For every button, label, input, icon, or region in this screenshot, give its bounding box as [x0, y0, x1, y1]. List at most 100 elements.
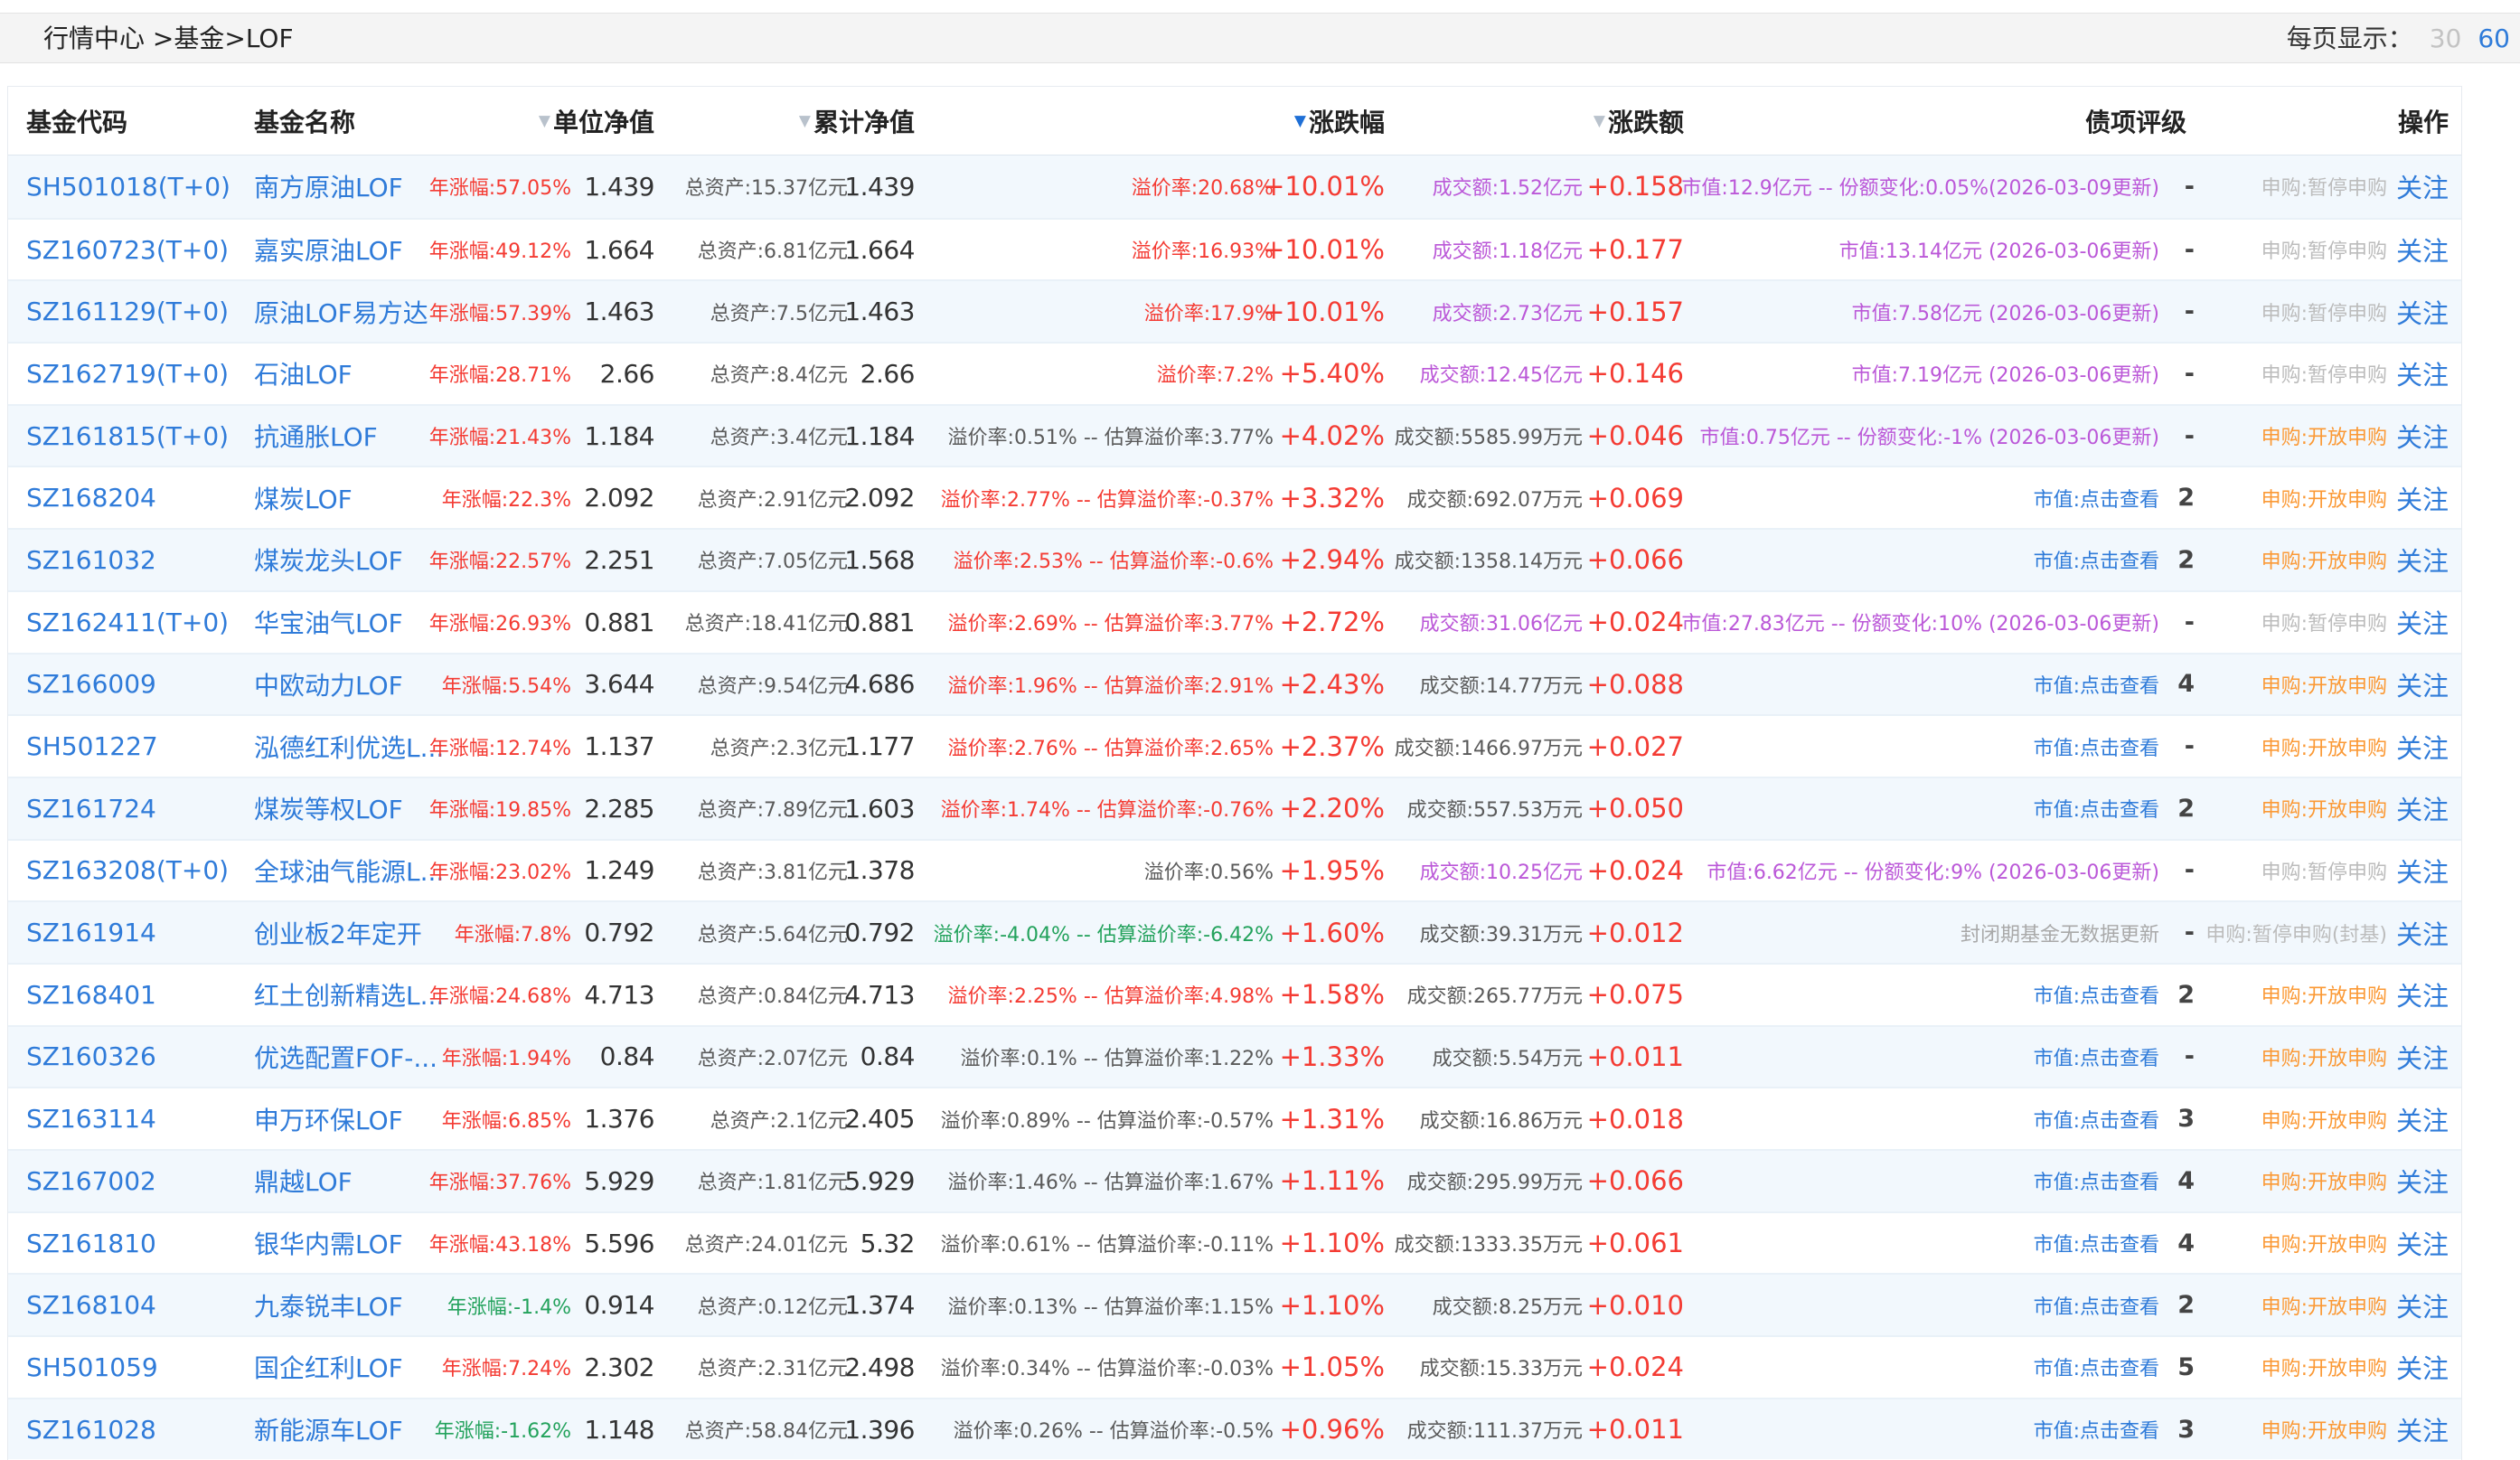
- fund-name-link[interactable]: 原油LOF易方达: [254, 294, 428, 330]
- watch-link[interactable]: 关注: [2396, 1410, 2449, 1448]
- cumulative-nav-value: 0.792: [844, 918, 915, 947]
- fund-name-link[interactable]: 优选配置FOF-...: [254, 1039, 437, 1075]
- fund-name-link[interactable]: 煤炭等权LOF: [254, 790, 403, 826]
- watch-link[interactable]: 关注: [2396, 1348, 2449, 1386]
- fund-code-link[interactable]: SZ161815(T+0): [26, 421, 229, 451]
- watch-link[interactable]: 关注: [2396, 852, 2449, 890]
- fund-code-link[interactable]: SZ161129(T+0): [26, 297, 229, 326]
- column-header-cumulative-nav[interactable]: ▼累计净值: [799, 87, 915, 155]
- watch-link[interactable]: 关注: [2396, 914, 2449, 952]
- market-value-link[interactable]: 市值:点击查看: [2034, 1042, 2159, 1071]
- fund-code-link[interactable]: SZ160723(T+0): [26, 235, 229, 265]
- fund-code-link[interactable]: SZ161914: [26, 918, 156, 947]
- watch-link[interactable]: 关注: [2396, 293, 2449, 331]
- fund-name-link[interactable]: 鼎越LOF: [254, 1163, 353, 1199]
- market-value-link[interactable]: 市值:点击查看: [2034, 1352, 2159, 1381]
- total-asset-label: 总资产:58.84亿元: [685, 1415, 848, 1444]
- watch-link[interactable]: 关注: [2396, 1100, 2449, 1138]
- fund-name-link[interactable]: 中欧动力LOF: [254, 666, 403, 702]
- fund-name-link[interactable]: 银华内需LOF: [254, 1225, 403, 1261]
- premium-rate-label: 溢价率:2.25% -- 估算溢价率:4.98%: [948, 980, 1274, 1009]
- watch-link[interactable]: 关注: [2396, 1162, 2449, 1200]
- fund-code-link[interactable]: SZ168204: [26, 483, 156, 513]
- fund-code-link[interactable]: SH501018(T+0): [26, 172, 230, 202]
- market-value-link[interactable]: 市值:点击查看: [2034, 1229, 2159, 1257]
- fund-code-link[interactable]: SZ161028: [26, 1415, 156, 1445]
- total-asset-label: 总资产:24.01亿元: [685, 1229, 848, 1257]
- market-value-link[interactable]: 市值:点击查看: [2034, 1166, 2159, 1195]
- premium-rate-label: 溢价率:1.96% -- 估算溢价率:2.91%: [948, 670, 1274, 699]
- watch-link[interactable]: 关注: [2396, 789, 2449, 827]
- fund-code-link[interactable]: SH501059: [26, 1352, 158, 1382]
- column-header-change-amount[interactable]: ▼涨跌额: [1594, 87, 1684, 155]
- watch-link[interactable]: 关注: [2396, 603, 2449, 641]
- market-value-link[interactable]: 市值:点击查看: [2034, 732, 2159, 761]
- breadcrumb[interactable]: 行情中心 >基金>LOF: [43, 14, 294, 64]
- watch-link[interactable]: 关注: [2396, 479, 2449, 517]
- fund-name-link[interactable]: 泓德红利优选L...: [254, 729, 444, 765]
- total-asset-label: 总资产:9.54亿元: [698, 670, 848, 699]
- change-amount-value: +0.157: [1587, 297, 1684, 327]
- market-value-link[interactable]: 市值:点击查看: [2034, 484, 2159, 513]
- watch-link[interactable]: 关注: [2396, 541, 2449, 579]
- watch-link[interactable]: 关注: [2396, 1038, 2449, 1076]
- fund-name-link[interactable]: 全球油气能源L...: [254, 852, 444, 889]
- total-asset-label: 总资产:1.81亿元: [698, 1166, 848, 1195]
- fund-code-link[interactable]: SZ161810: [26, 1229, 156, 1258]
- watch-link[interactable]: 关注: [2396, 231, 2449, 268]
- table-body: SH501018(T+0)南方原油LOF年涨幅:57.05%1.439总资产:1…: [8, 155, 2461, 1459]
- column-header-change-percent[interactable]: ▼涨跌幅: [1294, 87, 1385, 155]
- unit-nav-value: 1.249: [584, 855, 654, 885]
- fund-code-link[interactable]: SZ163208(T+0): [26, 855, 229, 885]
- watch-link[interactable]: 关注: [2396, 417, 2449, 455]
- watch-link[interactable]: 关注: [2396, 1286, 2449, 1324]
- premium-rate-label: 溢价率:0.26% -- 估算溢价率:-0.5%: [954, 1415, 1274, 1444]
- fund-name-link[interactable]: 煤炭龙头LOF: [254, 542, 403, 578]
- fund-code-link[interactable]: SZ160326: [26, 1041, 156, 1071]
- fund-name-link[interactable]: 抗通胀LOF: [254, 418, 378, 454]
- table-row: SZ166009中欧动力LOF年涨幅:5.54%3.644总资产:9.54亿元4…: [8, 653, 2461, 715]
- market-value-link[interactable]: 市值:点击查看: [2034, 794, 2159, 823]
- page-size-option-60[interactable]: 60: [2478, 24, 2510, 53]
- watch-link[interactable]: 关注: [2396, 1224, 2449, 1262]
- fund-name-link[interactable]: 石油LOF: [254, 355, 353, 391]
- fund-code-link[interactable]: SH501227: [26, 731, 158, 761]
- fund-code-link[interactable]: SZ168401: [26, 980, 156, 1010]
- page-size-option-30[interactable]: 30: [2430, 24, 2462, 53]
- market-value-link[interactable]: 市值:点击查看: [2034, 1105, 2159, 1134]
- watch-link[interactable]: 关注: [2396, 728, 2449, 766]
- fund-code-link[interactable]: SZ163114: [26, 1104, 156, 1134]
- market-value-link[interactable]: 市值:点击查看: [2034, 980, 2159, 1009]
- turnover-label: 成交额:295.99万元: [1407, 1166, 1583, 1195]
- fund-name-link[interactable]: 新能源车LOF: [254, 1411, 403, 1447]
- fund-code-link[interactable]: SZ161032: [26, 545, 156, 575]
- fund-name-link[interactable]: 华宝油气LOF: [254, 604, 403, 640]
- fund-code-link[interactable]: SZ167002: [26, 1166, 156, 1196]
- fund-name-link[interactable]: 创业板2年定开: [254, 915, 422, 951]
- fund-name-link[interactable]: 煤炭LOF: [254, 480, 353, 516]
- fund-code-link[interactable]: SZ168104: [26, 1290, 156, 1320]
- fund-name-link[interactable]: 国企红利LOF: [254, 1349, 403, 1385]
- fund-name-link[interactable]: 九泰锐丰LOF: [254, 1287, 403, 1323]
- fund-name-link[interactable]: 嘉实原油LOF: [254, 231, 403, 268]
- fund-code-link[interactable]: SZ161724: [26, 794, 156, 824]
- fund-name-link[interactable]: 南方原油LOF: [254, 168, 403, 204]
- market-value-link[interactable]: 市值:点击查看: [2034, 670, 2159, 699]
- watch-link[interactable]: 关注: [2396, 354, 2449, 392]
- watch-link[interactable]: 关注: [2396, 975, 2449, 1013]
- fund-name-link[interactable]: 申万环保LOF: [254, 1101, 403, 1137]
- watch-link[interactable]: 关注: [2396, 167, 2449, 205]
- market-value-link[interactable]: 市值:点击查看: [2034, 1415, 2159, 1444]
- market-value-link[interactable]: 市值:点击查看: [2034, 545, 2159, 574]
- fund-code-link[interactable]: SZ166009: [26, 669, 156, 699]
- watch-link[interactable]: 关注: [2396, 665, 2449, 703]
- change-amount-value: +0.011: [1587, 1041, 1684, 1072]
- column-header-unit-nav[interactable]: ▼单位净值: [539, 87, 654, 155]
- change-amount-value: +0.012: [1587, 918, 1684, 948]
- fund-code-link[interactable]: SZ162719(T+0): [26, 359, 229, 389]
- column-header-label: 累计净值: [813, 103, 915, 139]
- premium-rate-label: 溢价率:1.46% -- 估算溢价率:1.67%: [948, 1166, 1274, 1195]
- fund-code-link[interactable]: SZ162411(T+0): [26, 608, 229, 637]
- fund-name-link[interactable]: 红土创新精选L...: [254, 976, 444, 1013]
- market-value-link[interactable]: 市值:点击查看: [2034, 1291, 2159, 1320]
